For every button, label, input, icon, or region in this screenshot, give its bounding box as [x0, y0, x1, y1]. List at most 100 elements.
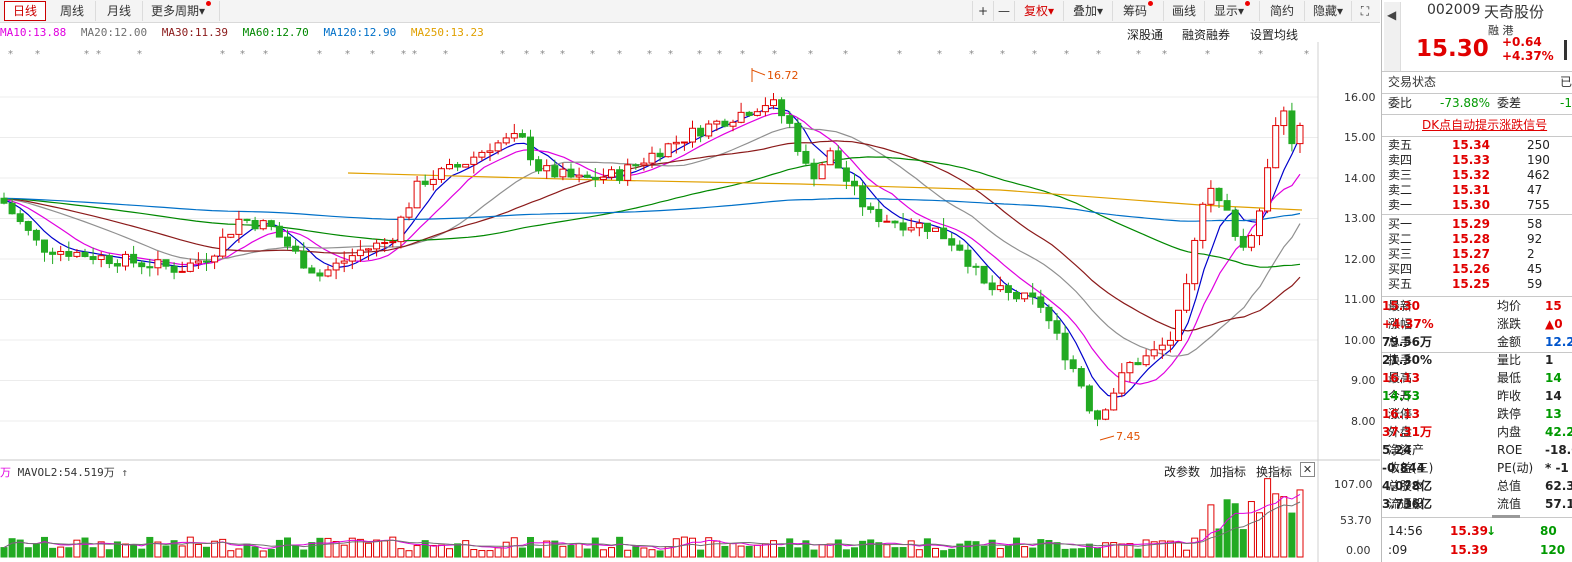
candle-body — [980, 265, 988, 284]
candle-body — [1004, 285, 1012, 293]
high-annotation: 16.72 — [751, 68, 799, 82]
ask-row[interactable]: 卖二 15.31 47 — [1382, 183, 1572, 198]
stat-value: 15 — [1545, 299, 1562, 313]
bid-row[interactable]: 买五 15.25 59 — [1382, 277, 1572, 292]
volume-bar — [980, 545, 988, 558]
star-marker: * — [1205, 49, 1210, 60]
candle-body — [122, 253, 129, 267]
candle-body — [1175, 309, 1182, 341]
candle-body — [502, 137, 510, 144]
candle-body — [1158, 344, 1166, 351]
candle-body — [697, 127, 705, 137]
volume-bar — [32, 543, 40, 558]
volume-bar — [932, 547, 939, 558]
bid-row[interactable]: 买四 15.26 45 — [1382, 262, 1572, 277]
candle-body — [397, 216, 405, 243]
star-marker: * — [317, 49, 322, 60]
stat-value: 4.078亿 — [1382, 479, 1432, 493]
volume-bar — [130, 544, 138, 558]
star-marker: * — [937, 49, 942, 60]
stat-value: 37.31万 — [1382, 425, 1432, 439]
ask-row[interactable]: 卖一 15.30 755 — [1382, 198, 1572, 213]
star-marker: * — [647, 49, 652, 60]
bid-row[interactable]: 买二 15.28 92 — [1382, 232, 1572, 247]
ask-row[interactable]: 卖三 15.32 462 — [1382, 168, 1572, 183]
star-marker: * — [1064, 49, 1069, 60]
ma60-line — [3, 156, 1301, 268]
star-marker: * — [412, 49, 417, 60]
volume-bar — [575, 543, 583, 558]
splitter-handle[interactable] — [1492, 515, 1520, 518]
stat-value: 14 — [1545, 371, 1562, 385]
close-icon[interactable]: ✕ — [1300, 462, 1315, 477]
volume-bar — [105, 549, 113, 558]
switch-indicator-link[interactable]: 换指标 — [1256, 463, 1292, 480]
ask-row[interactable]: 卖四 15.33 190 — [1382, 153, 1572, 168]
ask-row[interactable]: 卖五 15.34 250 — [1382, 138, 1572, 153]
bid-row[interactable]: 买三 15.27 2 — [1382, 247, 1572, 262]
bid-row[interactable]: 买一 15.29 58 — [1382, 217, 1572, 232]
stat-label: 涨跌 — [1497, 317, 1522, 331]
volume-bar — [1053, 542, 1061, 558]
stat-label: 总值 — [1497, 479, 1522, 493]
volume-bar — [397, 548, 405, 558]
volume-bar — [324, 537, 332, 558]
candle-body — [170, 265, 178, 273]
volume-bar — [316, 537, 324, 558]
volume-bar — [867, 539, 875, 558]
candle-body — [778, 99, 786, 117]
candle-body — [1166, 339, 1174, 346]
candle-body — [648, 152, 656, 164]
candle-body — [1013, 291, 1020, 300]
volume-bar — [1239, 529, 1247, 558]
volume-bar — [227, 550, 235, 558]
star-marker: * — [1096, 49, 1101, 60]
volume-bar — [373, 539, 381, 558]
add-indicator-link[interactable]: 加指标 — [1210, 463, 1246, 480]
volume-bar — [543, 540, 551, 558]
candle-body — [786, 115, 794, 124]
collapse-handle[interactable]: ◀ — [1384, 2, 1401, 72]
volume-bar — [65, 547, 73, 558]
pct-change: +4.37% — [1502, 49, 1554, 63]
candle-body — [470, 156, 478, 165]
star-marker: * — [1000, 49, 1005, 60]
volume-bar — [786, 538, 794, 558]
star-marker: * — [1162, 49, 1167, 60]
candle-body — [113, 263, 121, 267]
level-volume: 59 — [1527, 277, 1543, 291]
tick-volume: 80 — [1540, 524, 1557, 538]
candle-body — [826, 150, 834, 166]
candle-body — [518, 133, 526, 138]
edit-params-link[interactable]: 改参数 — [1164, 463, 1200, 480]
low-value: 7.45 — [1116, 430, 1141, 443]
candle-body — [275, 225, 283, 238]
star-marker: * — [540, 49, 545, 60]
stat-value: 14 — [1545, 389, 1562, 403]
price-tick: 16.00 — [1344, 91, 1376, 104]
candle-body — [381, 242, 389, 245]
candle-body — [1191, 239, 1199, 285]
volume-bar — [292, 545, 300, 558]
candle-body — [729, 121, 737, 127]
candle-body — [73, 251, 81, 257]
star-marker: * — [1032, 49, 1037, 60]
volume-bar — [624, 549, 632, 558]
volume-bar — [1029, 547, 1037, 558]
star-marker: * — [717, 49, 722, 60]
volume-bar — [178, 545, 186, 558]
candle-body — [486, 150, 494, 153]
candle-body — [891, 220, 899, 224]
volume-bar — [284, 537, 291, 558]
volume-bar — [996, 548, 1004, 558]
candle-body — [1110, 392, 1118, 411]
candle-body — [1150, 349, 1158, 357]
volume-bar — [1215, 528, 1223, 558]
low-annotation: 7.45 — [1099, 430, 1141, 443]
candle-body — [842, 167, 850, 182]
candle-body — [81, 251, 89, 258]
volume-bar — [41, 536, 48, 558]
tick-row: :09 15.39 120 — [1382, 542, 1572, 560]
volume-bar — [1207, 504, 1215, 558]
dk-signal-link[interactable]: DK点自动提示涨跌信号 — [1422, 117, 1547, 134]
